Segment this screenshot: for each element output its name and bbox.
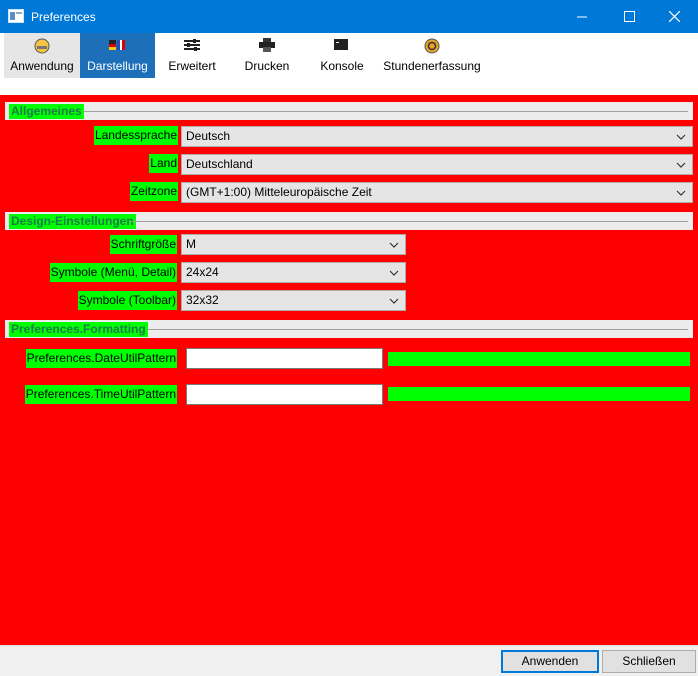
fontsize-select[interactable]: M [181, 234, 406, 255]
symbols-menu-label: Symbole (Menü, Detail) [49, 263, 177, 282]
symbols-toolbar-value: 32x32 [186, 293, 219, 307]
symbols-menu-value: 24x24 [186, 265, 219, 279]
timezone-value: (GMT+1:00) Mitteleuropäische Zeit [186, 185, 372, 199]
tab-label: Konsole [320, 59, 364, 73]
country-value: Deutschland [186, 157, 253, 171]
maximize-icon [624, 11, 635, 22]
printer-icon [259, 38, 275, 52]
apply-button[interactable]: Anwenden [501, 650, 599, 673]
chevron-down-icon [676, 190, 686, 196]
section-divider [83, 111, 688, 112]
close-button[interactable] [652, 0, 698, 33]
preferences-toolbar: Anwendung Darstellung Erweitert Drucken … [0, 33, 698, 95]
section-divider [147, 329, 688, 330]
language-value: Deutsch [186, 129, 231, 143]
title-bar: Preferences [0, 0, 698, 33]
tab-label: Darstellung [87, 59, 148, 73]
tab-stundenerfassung[interactable]: Stundenerfassung [382, 33, 482, 78]
tab-label: Erweitert [168, 59, 216, 73]
timezone-label: Zeitzone [129, 182, 178, 201]
country-label: Land [149, 154, 178, 173]
clock-icon [34, 38, 50, 54]
section-title: Allgemeines [9, 104, 84, 119]
fontsize-value: M [186, 237, 196, 251]
symbols-toolbar-select[interactable]: 32x32 [181, 290, 406, 311]
console-icon [334, 38, 350, 52]
language-select[interactable]: Deutsch [181, 126, 693, 147]
timezone-select[interactable]: (GMT+1:00) Mitteleuropäische Zeit [181, 182, 693, 203]
coin-icon [424, 38, 440, 54]
app-icon [8, 9, 24, 23]
date-pattern-label: Preferences.DateUtilPattern [25, 349, 177, 368]
time-pattern-input[interactable] [186, 384, 383, 405]
window-title: Preferences [31, 10, 96, 24]
tab-darstellung[interactable]: Darstellung [80, 33, 155, 78]
chevron-down-icon [389, 270, 399, 276]
section-title: Preferences.Formatting [9, 322, 148, 337]
section-divider [131, 221, 688, 222]
sliders-icon [184, 38, 200, 52]
minimize-button[interactable] [560, 0, 606, 33]
tab-drucken[interactable]: Drucken [234, 33, 300, 78]
chevron-down-icon [676, 162, 686, 168]
symbols-toolbar-label: Symbole (Toolbar) [77, 291, 177, 310]
chevron-down-icon [389, 298, 399, 304]
tab-anwendung[interactable]: Anwendung [4, 33, 80, 78]
tab-label: Drucken [244, 59, 290, 73]
maximize-button[interactable] [607, 0, 653, 33]
date-pattern-preview [388, 352, 690, 366]
time-pattern-preview [388, 387, 690, 401]
section-formatting: Preferences.Formatting [5, 320, 693, 338]
fontsize-label: Schriftgröße [109, 235, 177, 254]
symbols-menu-select[interactable]: 24x24 [181, 262, 406, 283]
section-design-einstellungen: Design-Einstellungen [5, 212, 693, 230]
time-pattern-label: Preferences.TimeUtilPattern [24, 385, 177, 404]
section-allgemeines: Allgemeines [5, 102, 693, 120]
language-label: Landessprache [93, 126, 178, 145]
close-icon [669, 11, 680, 22]
close-dialog-button[interactable]: Schließen [602, 650, 696, 673]
minimize-icon [577, 16, 587, 18]
tab-erweitert[interactable]: Erweitert [160, 33, 224, 78]
tab-konsole[interactable]: Konsole [310, 33, 374, 78]
flag-icon [109, 38, 125, 52]
chevron-down-icon [389, 242, 399, 248]
date-pattern-input[interactable] [186, 348, 383, 369]
settings-panel: Allgemeines Landessprache Deutsch Land D… [0, 95, 698, 645]
dialog-footer: Anwenden Schließen [0, 645, 698, 676]
chevron-down-icon [676, 134, 686, 140]
tab-label: Anwendung [10, 59, 74, 73]
section-title: Design-Einstellungen [9, 214, 136, 229]
tab-label: Stundenerfassung [383, 59, 481, 73]
country-select[interactable]: Deutschland [181, 154, 693, 175]
